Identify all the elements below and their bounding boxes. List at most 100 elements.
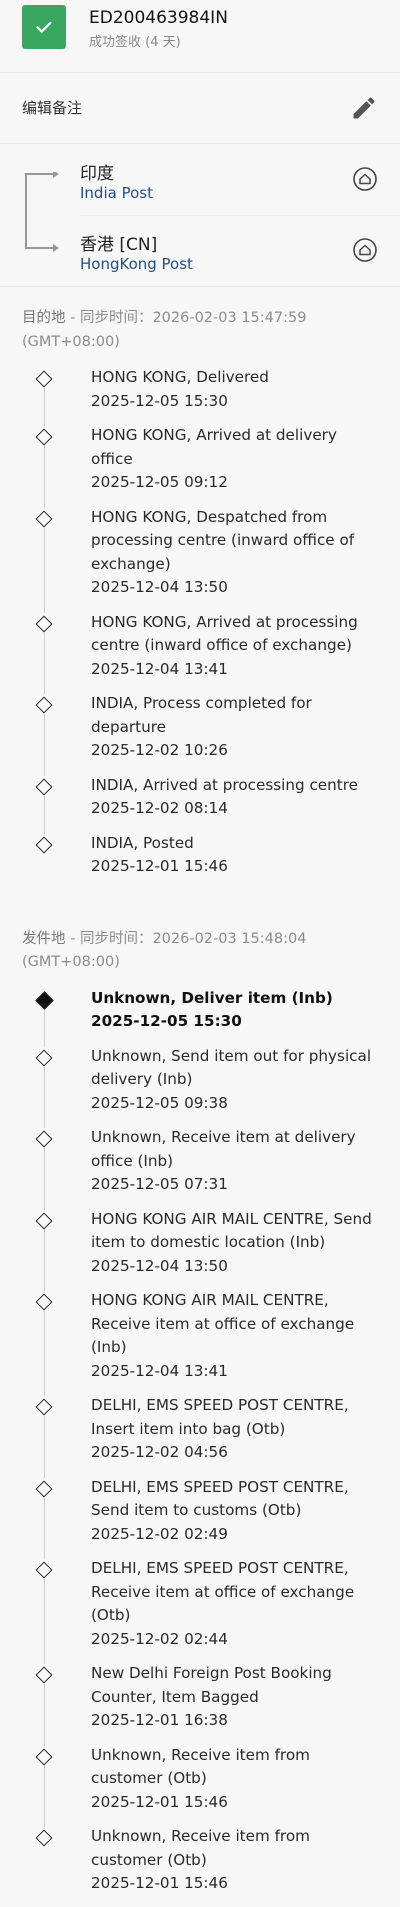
timeline-event: HONG KONG, Delivered 2025-12-05 15:30 (0, 366, 400, 426)
timeline-connector (44, 1008, 45, 1047)
destination-country: 香港 [CN] (80, 235, 158, 255)
origin-sync-time: - 同步时间：2026-02-03 15:48:04 (GMT+08:00) (22, 930, 307, 971)
carrier-home-icon[interactable] (352, 166, 378, 192)
edit-remark-row[interactable]: 编辑备注 (0, 73, 400, 144)
timeline-connector (44, 1684, 45, 1746)
timeline-event: HONG KONG AIR MAIL CENTRE, Receive item … (0, 1289, 400, 1396)
timeline-connector (44, 1416, 45, 1478)
event-description: HONG KONG AIR MAIL CENTRE, Receive item … (91, 1291, 355, 1356)
timeline-event: Unknown, Receive item from customer (Otb… (0, 1744, 400, 1827)
timeline-diamond-icon (35, 1480, 53, 1497)
event-time: 2025-12-05 09:38 (91, 1093, 228, 1112)
event-description: Unknown, Receive item from customer (Otb… (91, 1827, 310, 1869)
timeline-diamond-icon (35, 370, 53, 388)
timeline-connector (44, 1311, 45, 1396)
route-card: 印度 India Post 香港 [CN] HongKong Post (0, 144, 400, 287)
event-description: INDIA, Process completed for departure (91, 694, 312, 736)
timeline-connector (44, 1066, 45, 1128)
event-description: HONG KONG, Delivered (91, 368, 269, 386)
timeline-event: Unknown, Send item out for physical deli… (0, 1045, 400, 1128)
event-time: 2025-12-05 15:30 (91, 391, 228, 410)
timeline-connector (44, 446, 45, 508)
event-time: 2025-12-04 13:50 (91, 578, 228, 596)
event-time: 2025-12-02 08:14 (91, 799, 228, 817)
origin-section-label: 发件地 (22, 930, 66, 947)
event-description: INDIA, Arrived at processing centre (91, 775, 358, 794)
origin-timeline: Unknown, Deliver item (Inb) 2025-12-05 15… (0, 987, 400, 1907)
event-description: Unknown, Receive item from customer (Otb… (91, 1745, 310, 1788)
destination-section-header: 目的地 - 同步时间：2026-02-03 15:47:59 (GMT+08:0… (22, 287, 378, 366)
event-time: 2025-12-01 16:38 (91, 1711, 228, 1729)
pencil-icon[interactable] (350, 94, 378, 122)
event-description: DELHI, EMS SPEED POST CENTRE, Receive it… (91, 1559, 355, 1624)
event-time: 2025-12-04 13:50 (91, 1256, 228, 1275)
timeline-event: HONG KONG, Arrived at delivery office 202… (0, 424, 400, 508)
event-description: HONG KONG, Arrived at processing centre … (91, 612, 358, 655)
event-description: Unknown, Receive item at delivery office… (91, 1128, 356, 1170)
timeline-connector (44, 1148, 45, 1210)
origin-carrier[interactable]: India Post (80, 184, 153, 202)
timeline-event: HONG KONG AIR MAIL CENTRE, Send item to … (0, 1208, 400, 1291)
event-time: 2025-12-05 09:12 (91, 473, 228, 491)
event-time: 2025-12-02 10:26 (91, 741, 228, 759)
timeline-connector (44, 632, 45, 694)
timeline-event: Unknown, Receive item from customer (Otb… (0, 1825, 400, 1907)
timeline-diamond-icon (35, 510, 53, 527)
event-description: HONG KONG, Despatched from processing ce… (91, 507, 355, 573)
timeline-diamond-icon (35, 1212, 53, 1229)
event-description: New Delhi Foreign Post Booking Counter, … (91, 1664, 332, 1706)
event-description: HONG KONG AIR MAIL CENTRE, Send item to … (91, 1209, 372, 1252)
event-time: 2025-12-04 13:41 (91, 659, 228, 678)
destination-country-row[interactable]: 香港 [CN] HongKong Post (80, 215, 400, 286)
delivered-check-icon (22, 5, 66, 49)
edit-remark-label: 编辑备注 (22, 99, 83, 117)
timeline-connector (44, 1765, 45, 1827)
timeline-connector (44, 388, 45, 426)
timeline-diamond-icon (35, 1398, 53, 1416)
timeline-event: INDIA, Process completed for departure 20… (0, 692, 400, 776)
timeline-event: HONG KONG, Despatched from processing ce… (0, 506, 400, 613)
timeline-event: DELHI, EMS SPEED POST CENTRE, Insert ite… (0, 1394, 400, 1478)
origin-country-row[interactable]: 印度 India Post (80, 144, 400, 216)
event-time: 2025-12-05 07:31 (91, 1175, 228, 1193)
timeline-event: New Delhi Foreign Post Booking Counter, … (0, 1662, 400, 1746)
event-time: 2025-12-04 13:41 (91, 1361, 228, 1380)
event-description: Unknown, Deliver item (Inb) (91, 988, 333, 1007)
timeline-event: DELHI, EMS SPEED POST CENTRE, Receive it… (0, 1557, 400, 1664)
timeline-event: DELHI, EMS SPEED POST CENTRE, Send item … (0, 1476, 400, 1559)
origin-country: 印度 (80, 164, 114, 184)
timeline-event: Unknown, Receive item at delivery office… (0, 1126, 400, 1210)
event-time: 2025-12-02 02:49 (91, 1524, 228, 1543)
destination-section-label: 目的地 (22, 310, 66, 326)
event-description: DELHI, EMS SPEED POST CENTRE, Insert ite… (91, 1396, 349, 1438)
destination-sync-time: - 同步时间：2026-02-03 15:47:59 (GMT+08:00) (22, 310, 307, 350)
timeline-event: INDIA, Posted 2025-12-01 15:46 (0, 832, 400, 890)
tracking-number: ED200463984IN (89, 8, 228, 28)
destination-timeline: HONG KONG, Delivered 2025-12-05 15:30 HONG… (0, 366, 400, 890)
origin-section-header: 发件地 - 同步时间：2026-02-03 15:48:04 (GMT+08:0… (22, 908, 378, 987)
timeline-diamond-icon (35, 836, 53, 853)
timeline-diamond-icon (35, 696, 53, 714)
destination-carrier[interactable]: HongKong Post (80, 255, 193, 273)
timeline-diamond-icon (35, 1293, 53, 1311)
event-description: INDIA, Posted (91, 833, 194, 852)
carrier-home-icon[interactable] (352, 237, 378, 263)
route-bracket-icon (25, 172, 59, 252)
event-time: 2025-12-02 04:56 (91, 1443, 228, 1461)
timeline-event: Unknown, Deliver item (Inb) 2025-12-05 15… (0, 987, 400, 1047)
event-time: 2025-12-01 15:46 (91, 1792, 228, 1811)
event-description: HONG KONG, Arrived at delivery office (91, 426, 337, 468)
timeline-connector (44, 795, 45, 834)
event-description: Unknown, Send item out for physical deli… (91, 1046, 372, 1089)
timeline-connector (44, 1229, 45, 1291)
event-time: 2025-12-02 02:44 (91, 1629, 228, 1648)
timeline-diamond-icon (35, 1748, 53, 1765)
timeline-diamond-icon (35, 1049, 53, 1066)
timeline-diamond-icon (35, 615, 53, 632)
timeline-event: INDIA, Arrived at processing centre 2025-… (0, 774, 400, 834)
timeline-diamond-icon (35, 990, 54, 1010)
event-time: 2025-12-01 15:46 (91, 1874, 228, 1892)
event-time: 2025-12-05 15:30 (91, 1012, 242, 1030)
timeline-diamond-icon (35, 1829, 53, 1847)
timeline-diamond-icon (35, 1666, 53, 1684)
